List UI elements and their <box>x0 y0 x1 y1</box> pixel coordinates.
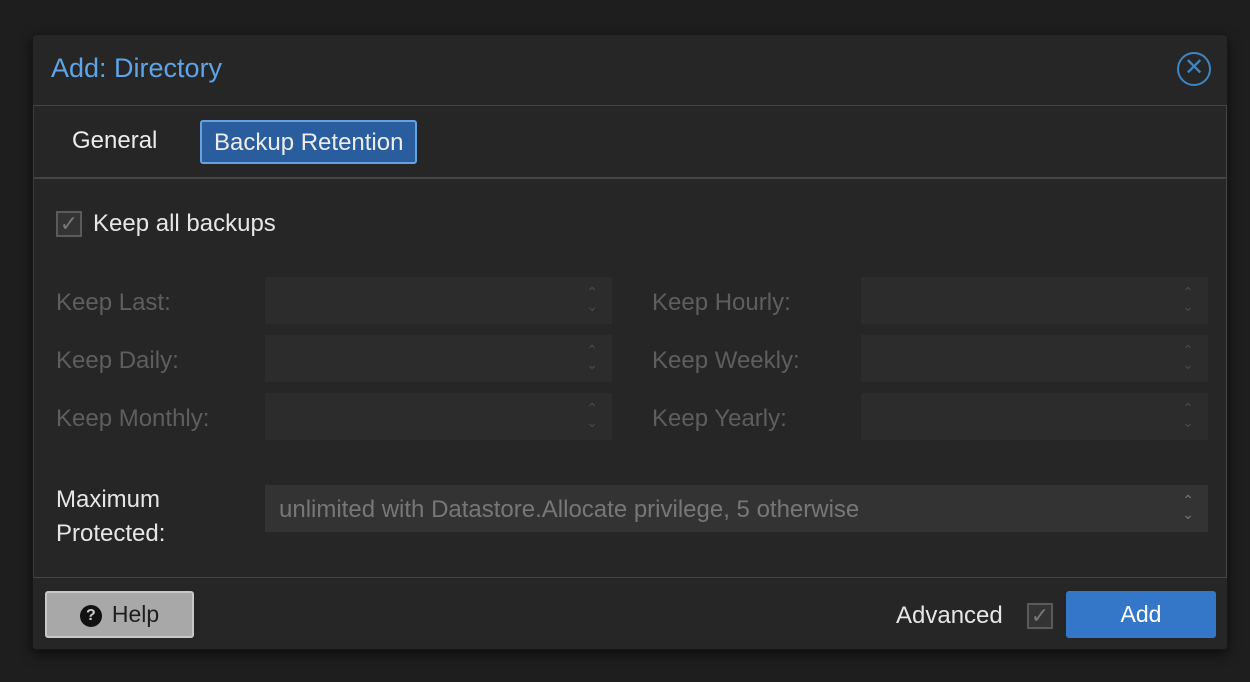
close-icon[interactable]: ✕ <box>1177 52 1211 86</box>
keep-last-label: Keep Last: <box>56 289 171 316</box>
keep-all-checkbox[interactable]: ✓ <box>56 211 82 237</box>
help-label: Help <box>111 601 160 627</box>
spinner-icon[interactable]: ⌃ ⌄ <box>586 343 598 371</box>
keep-hourly-label: Keep Hourly: <box>652 289 791 316</box>
spinner-icon[interactable]: ⌃ ⌄ <box>1182 285 1194 313</box>
dialog-title: Add: Directory <box>51 53 223 83</box>
dialog-body: General Backup Retention ✓ Keep all back… <box>33 105 1227 578</box>
max-protected-label-line2: Protected: <box>56 520 166 547</box>
help-icon: ? <box>79 605 102 627</box>
add-directory-dialog: Add: Directory ✕ General Backup Retentio… <box>32 34 1228 650</box>
tab-backup-retention[interactable]: Backup Retention <box>200 120 418 164</box>
keep-all-label: Keep all backups <box>93 210 276 237</box>
add-button[interactable]: Add <box>1066 591 1216 638</box>
keep-yearly-label: Keep Yearly: <box>652 405 787 432</box>
keep-weekly-label: Keep Weekly: <box>652 347 800 374</box>
max-protected-placeholder: unlimited with Datastore.Allocate privil… <box>279 496 860 523</box>
spinner-icon[interactable]: ⌃ ⌄ <box>1182 343 1194 371</box>
help-button[interactable]: ? Help <box>45 591 194 638</box>
advanced-label: Advanced <box>896 602 1003 629</box>
max-protected-label-line1: Maximum <box>56 486 161 513</box>
spinner-icon[interactable]: ⌃ ⌄ <box>586 401 598 429</box>
keep-hourly-input[interactable]: ⌃ ⌄ <box>861 277 1208 324</box>
max-protected-label: Maximum Protected: <box>56 483 165 551</box>
keep-monthly-label: Keep Monthly: <box>56 405 210 432</box>
keep-last-input[interactable]: ⌃ ⌄ <box>265 277 612 324</box>
keep-daily-input[interactable]: ⌃ ⌄ <box>265 335 612 382</box>
spinner-icon[interactable]: ⌃ ⌄ <box>1182 401 1194 429</box>
keep-daily-label: Keep Daily: <box>56 347 179 374</box>
keep-weekly-input[interactable]: ⌃ ⌄ <box>861 335 1208 382</box>
tab-general[interactable]: General <box>60 120 169 164</box>
keep-monthly-input[interactable]: ⌃ ⌄ <box>265 393 612 440</box>
keep-yearly-input[interactable]: ⌃ ⌄ <box>861 393 1208 440</box>
max-protected-input[interactable]: unlimited with Datastore.Allocate privil… <box>265 485 1208 532</box>
advanced-checkbox[interactable]: ✓ <box>1027 603 1053 629</box>
spinner-icon[interactable]: ⌃ ⌄ <box>586 285 598 313</box>
spinner-icon[interactable]: ⌃ ⌄ <box>1182 493 1194 521</box>
tab-bar: General Backup Retention <box>34 106 1226 179</box>
